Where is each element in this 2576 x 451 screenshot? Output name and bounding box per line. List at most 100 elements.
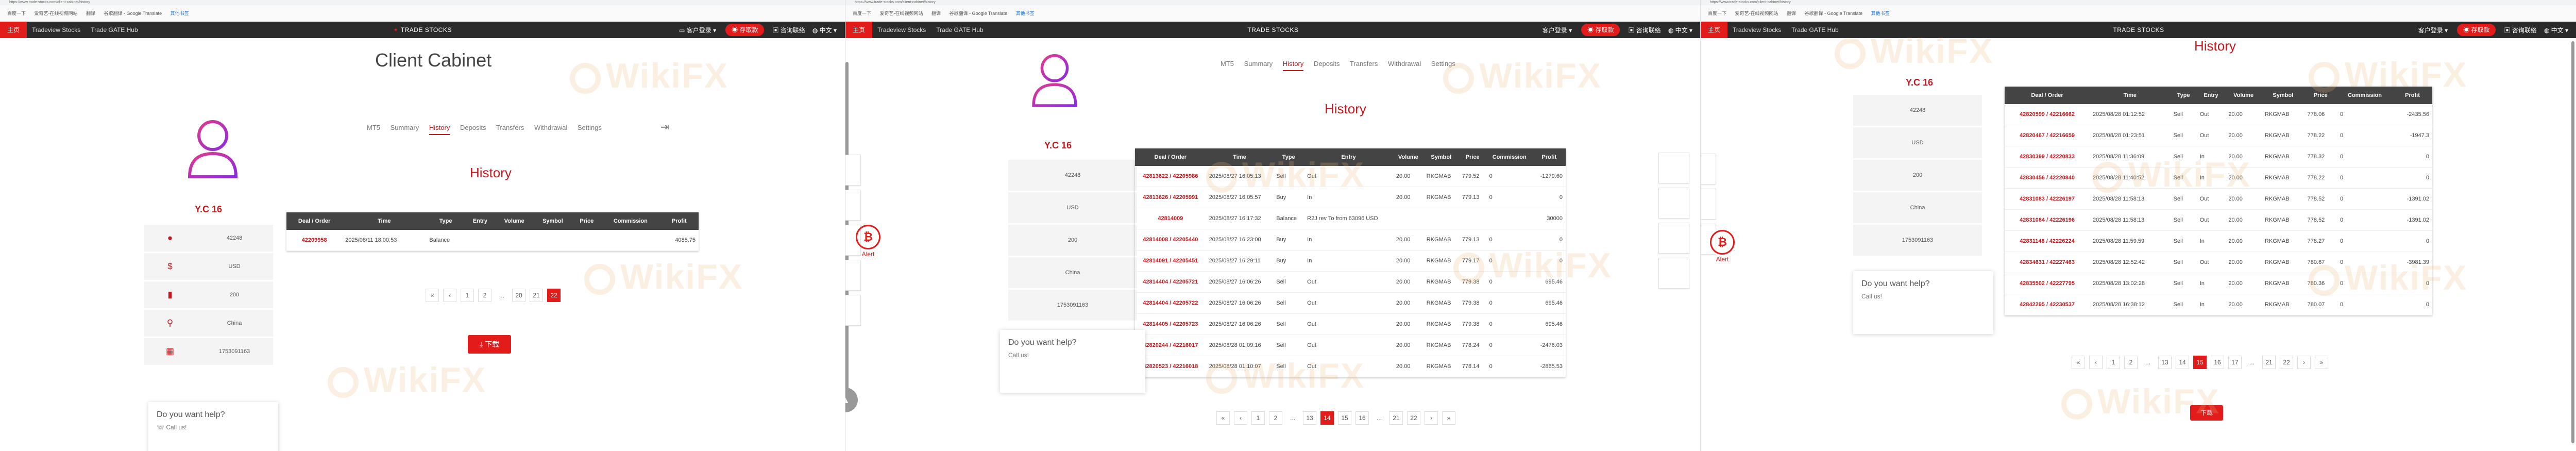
help-call-link[interactable]: Call us! xyxy=(1008,352,1137,359)
nav-gate[interactable]: Trade GATE Hub xyxy=(931,26,988,34)
floating-button[interactable] xyxy=(1658,188,1689,219)
tab-history[interactable]: History xyxy=(1282,60,1304,71)
tab-transfers[interactable]: Transfers xyxy=(496,124,524,131)
deal-order-link[interactable]: 42814008 / 42205440 xyxy=(1135,229,1206,250)
page-button[interactable]: 21 xyxy=(530,289,543,302)
deal-order-link[interactable]: 42820523 / 42216018 xyxy=(1135,356,1206,377)
deal-order-link[interactable]: 42830456 / 42220840 xyxy=(2005,167,2090,189)
bookmark[interactable]: 翻译 xyxy=(86,11,95,16)
tab-withdrawal[interactable]: Withdrawal xyxy=(1388,60,1421,68)
nav-tradeview[interactable]: Tradeview Stocks xyxy=(27,26,86,34)
logout-icon[interactable]: ⇥ xyxy=(660,121,669,133)
bookmark[interactable]: 爱奇艺-在线视频网站 xyxy=(1735,11,1778,16)
alert-widget[interactable]: ₿ Alert xyxy=(1707,230,1738,263)
bookmark[interactable]: 百度一下 xyxy=(7,11,26,16)
tab-mt5[interactable]: MT5 xyxy=(1221,60,1234,68)
alert-widget[interactable]: ₿ Alert xyxy=(853,225,884,258)
tab-transfers[interactable]: Transfers xyxy=(1350,60,1378,68)
contact-button[interactable]: ▣ 咨询联络 xyxy=(768,26,809,35)
floating-button[interactable] xyxy=(1658,223,1689,254)
floating-button[interactable] xyxy=(845,260,861,291)
deposit-button[interactable]: ◉ 存取款 xyxy=(1581,24,1620,36)
nav-gate[interactable]: Trade GATE Hub xyxy=(86,26,143,34)
brand-logo[interactable]: ✦ TRADE STOCKS xyxy=(393,22,452,38)
bookmark[interactable]: 翻译 xyxy=(931,11,941,16)
page-button[interactable]: 17 xyxy=(2228,356,2242,369)
floating-button[interactable] xyxy=(1658,258,1689,289)
page-button[interactable]: 15 xyxy=(1338,411,1351,425)
page-button[interactable]: 2 xyxy=(478,289,492,302)
tab-summary[interactable]: Summary xyxy=(391,124,419,131)
page-button[interactable]: 1 xyxy=(461,289,474,302)
brand-logo[interactable]: TRADE STOCKS xyxy=(2113,22,2164,38)
page-button[interactable]: » xyxy=(1442,411,1455,425)
account-menu[interactable]: 客户登录 ▾ xyxy=(1537,26,1577,35)
page-button[interactable]: 16 xyxy=(2211,356,2224,369)
deal-order-link[interactable]: 42835502 / 42227795 xyxy=(2005,273,2090,294)
page-button[interactable]: 21 xyxy=(1389,411,1403,425)
contact-button[interactable]: ▣ 咨询联络 xyxy=(2500,26,2540,35)
page-button[interactable]: › xyxy=(2297,356,2311,369)
language-select[interactable]: ◍ 中文 ▾ xyxy=(1665,26,1696,35)
deal-order-link[interactable]: 42842295 / 42230537 xyxy=(2005,294,2090,315)
address-bar[interactable]: https://www.trade-stocks.com/client-cabi… xyxy=(1701,0,2576,5)
page-button[interactable]: ‹ xyxy=(443,289,456,302)
scroll-top-button[interactable]: ▲ xyxy=(845,388,858,412)
floating-button[interactable] xyxy=(1701,189,1716,220)
bookmark[interactable]: 翻译 xyxy=(1787,11,1796,16)
deal-order-link[interactable]: 42831084 / 42226196 xyxy=(2005,209,2090,231)
language-select[interactable]: ◍ 中文 ▾ xyxy=(2541,26,2571,35)
bookmark[interactable]: 其他书签 xyxy=(1871,11,1890,16)
deal-order-link[interactable]: 42814091 / 42205451 xyxy=(1135,250,1206,272)
deposit-button[interactable]: ◉ 存取款 xyxy=(725,24,765,36)
page-button[interactable]: ‹ xyxy=(1234,411,1247,425)
bookmark[interactable]: 爱奇艺-在线视频网站 xyxy=(880,11,923,16)
floating-button[interactable] xyxy=(1658,153,1689,183)
tab-settings[interactable]: Settings xyxy=(1431,60,1455,68)
page-button[interactable]: 20 xyxy=(512,289,526,302)
deal-order-link[interactable]: 42820467 / 42216659 xyxy=(2005,125,2090,146)
page-button[interactable]: 13 xyxy=(2158,356,2172,369)
nav-home[interactable]: 主页 xyxy=(0,22,27,38)
page-button[interactable]: 14 xyxy=(2176,356,2189,369)
deal-order-link[interactable]: 42813626 / 42205991 xyxy=(1135,187,1206,208)
bookmark[interactable]: 谷歌翻译 - Google Translate xyxy=(950,11,1008,16)
floating-button[interactable] xyxy=(845,190,861,221)
deal-order-link[interactable]: 42209958 xyxy=(286,230,343,251)
deal-order-link[interactable]: 42830399 / 42220833 xyxy=(2005,146,2090,168)
page-button[interactable]: 22 xyxy=(2280,356,2293,369)
nav-gate[interactable]: Trade GATE Hub xyxy=(1786,26,1843,34)
tab-settings[interactable]: Settings xyxy=(578,124,602,131)
deal-order-link[interactable]: 42814009 xyxy=(1135,208,1206,229)
bookmark[interactable]: 其他书签 xyxy=(171,11,189,16)
deal-order-link[interactable]: 42820599 / 42216662 xyxy=(2005,104,2090,125)
address-bar[interactable]: https://www.trade-stocks.com/client-cabi… xyxy=(0,0,845,5)
page-button[interactable]: « xyxy=(426,289,439,302)
deal-order-link[interactable]: 42814405 / 42205723 xyxy=(1135,313,1206,335)
tab-mt5[interactable]: MT5 xyxy=(367,124,380,131)
help-call-link[interactable]: ☏ Call us! xyxy=(157,424,270,431)
page-button[interactable]: 22 xyxy=(547,289,561,302)
tab-deposits[interactable]: Deposits xyxy=(460,124,486,131)
account-menu[interactable]: 客户登录 ▾ xyxy=(2413,26,2453,35)
page-button[interactable]: ‹ xyxy=(2089,356,2103,369)
page-button[interactable]: » xyxy=(2315,356,2328,369)
page-button[interactable]: « xyxy=(1216,411,1230,425)
page-button[interactable]: 2 xyxy=(2124,356,2138,369)
page-button[interactable]: › xyxy=(1425,411,1438,425)
nav-home[interactable]: 主页 xyxy=(845,22,873,38)
language-select[interactable]: ◍ 中文 ▾ xyxy=(809,26,840,35)
address-bar[interactable]: https://www.trade-stocks.com/client-cabi… xyxy=(845,0,1701,5)
download-button[interactable]: 下载 xyxy=(2190,405,2223,421)
nav-home[interactable]: 主页 xyxy=(1701,22,1728,38)
page-button[interactable]: 2 xyxy=(1269,411,1282,425)
page-button[interactable]: 1 xyxy=(2107,356,2120,369)
floating-button[interactable] xyxy=(845,155,861,186)
tab-history[interactable]: History xyxy=(429,124,450,135)
deal-order-link[interactable]: 42814404 / 42205722 xyxy=(1135,292,1206,314)
nav-tradeview[interactable]: Tradeview Stocks xyxy=(1727,26,1786,34)
page-button[interactable]: 1 xyxy=(1251,411,1265,425)
deal-order-link[interactable]: 42820244 / 42216017 xyxy=(1135,335,1206,356)
bookmark[interactable]: 其他书签 xyxy=(1016,11,1035,16)
floating-button[interactable] xyxy=(845,295,861,326)
